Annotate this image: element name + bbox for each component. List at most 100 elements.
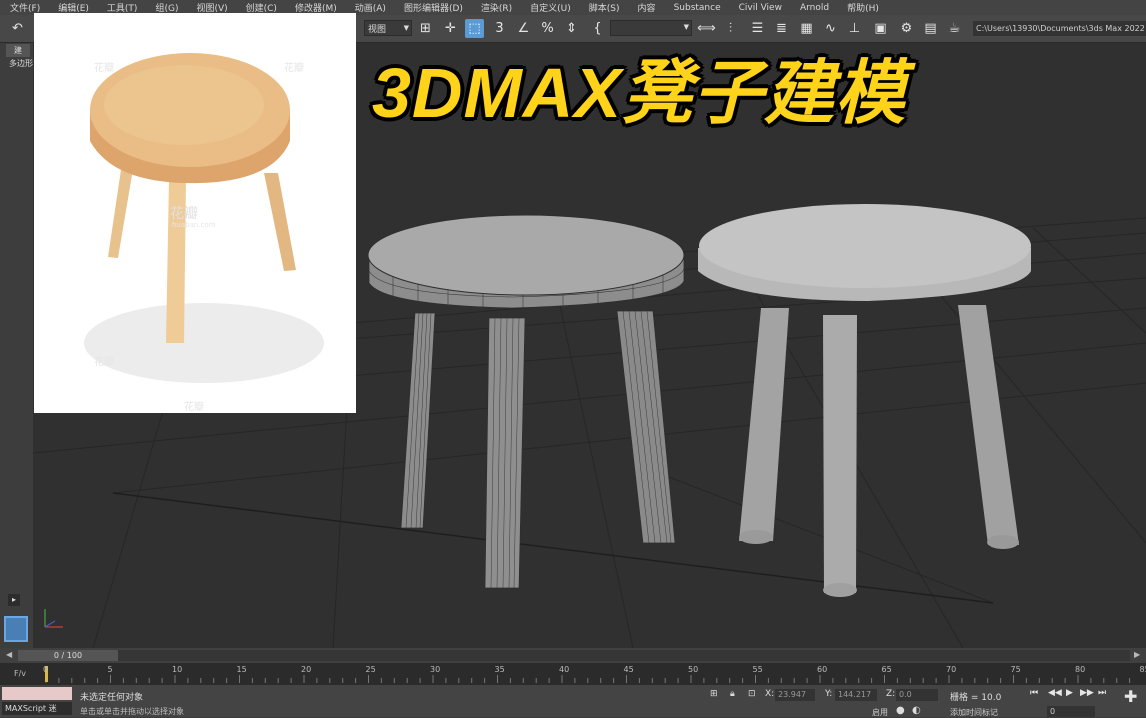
track-bar-tick-label: 15 <box>237 665 247 674</box>
mirror-icon[interactable]: ⟺ <box>697 19 716 38</box>
align-icon[interactable]: ⫶ <box>721 19 740 38</box>
track-bar-tick-label: 5 <box>108 665 113 674</box>
previous-frame-icon[interactable]: ◀◀ <box>1048 688 1062 698</box>
time-slider[interactable]: ◀ 0 / 100 ▶ <box>0 648 1146 663</box>
scene-explorer-icon[interactable]: ☰ <box>748 19 767 38</box>
curve-editor-icon[interactable]: ∿ <box>821 19 840 38</box>
current-frame-field[interactable]: 0 <box>1047 706 1095 717</box>
chevron-right-icon[interactable]: ▶ <box>1134 650 1140 659</box>
y-label: Y: <box>825 689 832 699</box>
spinner-snap-icon[interactable]: ⇕ <box>562 19 581 38</box>
track-bar[interactable]: F/v 0510152025303540455055606570758085 <box>0 663 1146 685</box>
go-to-end-icon[interactable]: ⏭ <box>1098 688 1106 698</box>
pivot-icon[interactable]: ⊞ <box>416 19 435 38</box>
next-frame-icon[interactable]: ▶▶ <box>1080 688 1094 698</box>
axis-gizmo <box>45 609 63 627</box>
toggle-ribbon-icon[interactable]: ▦ <box>797 19 816 38</box>
enable-label: 启用 <box>872 707 888 718</box>
snap-3d-icon[interactable]: 3 <box>490 19 509 38</box>
menu-help[interactable]: 帮助(H) <box>838 1 888 14</box>
ribbon-tab[interactable]: 建 <box>6 44 30 57</box>
left-panel <box>0 43 33 648</box>
track-bar-tick-label: 60 <box>817 665 827 674</box>
track-bar-tick-label: 75 <box>1011 665 1021 674</box>
grid-spacing: 栅格 = 10.0 <box>950 690 1001 703</box>
track-bar-tick-label: 85 <box>1140 665 1146 674</box>
grid-axis-line <box>113 493 993 603</box>
reference-photo: 花瓣 花瓣 huaban.com 花瓣 花瓣 花瓣 <box>34 13 356 413</box>
z-coordinate-field[interactable]: 0.0 <box>896 689 938 701</box>
undo-icon[interactable]: ↶ <box>8 19 27 38</box>
watermark: 花瓣 <box>94 353 114 368</box>
track-bar-tick-label: 0 <box>43 665 48 674</box>
add-time-tag[interactable]: 添加时间标记 <box>950 707 998 718</box>
menu-graph-editors[interactable]: 图形编辑器(D) <box>395 1 472 14</box>
watermark: 花瓣 <box>284 59 304 74</box>
render-icon[interactable]: ☕ <box>945 19 964 38</box>
track-bar-tick-label: 35 <box>495 665 505 674</box>
add-icon[interactable]: ✚ <box>1124 687 1137 706</box>
isolate-icon[interactable]: ⊞ <box>710 689 718 699</box>
go-to-start-icon[interactable]: ⏮ <box>1030 688 1038 698</box>
menu-arnold[interactable]: Arnold <box>791 3 838 13</box>
selection-status: 未选定任何对象 <box>80 690 143 703</box>
adaptive-degradation-icon[interactable]: ● <box>896 705 905 716</box>
maxscript-label[interactable]: MAXScript 迷 <box>2 702 72 715</box>
select-object-icon[interactable]: ⬚ <box>465 19 484 38</box>
angle-snap-icon[interactable]: ∠ <box>514 19 533 38</box>
chevron-down-icon: ▼ <box>684 23 689 31</box>
percent-snap-icon[interactable]: % <box>538 19 557 38</box>
track-bar-tick-label: 25 <box>366 665 376 674</box>
rendered-frame-icon[interactable]: ▤ <box>921 19 940 38</box>
schematic-view-icon[interactable]: ⊥ <box>845 19 864 38</box>
y-coordinate-field[interactable]: 144.217 <box>835 689 877 701</box>
wireframe-stool[interactable] <box>368 215 684 623</box>
track-bar-tick-label: 80 <box>1075 665 1085 674</box>
named-selection-dropdown[interactable]: ▼ <box>610 20 692 36</box>
watermark-site: huaban.com <box>172 221 216 229</box>
track-bar-tick-label: 50 <box>688 665 698 674</box>
reference-coordinate-value: 视图 <box>368 22 386 35</box>
expand-icon[interactable]: ▸ <box>8 594 20 606</box>
material-editor-icon[interactable]: ▣ <box>871 19 890 38</box>
video-title-overlay: 3DMAX凳子建模 <box>372 58 906 128</box>
track-bar-tick-label: 10 <box>172 665 182 674</box>
project-path-field[interactable]: C:\Users\13930\Documents\3ds Max 2022 <box>973 21 1146 36</box>
menu-scripting[interactable]: 脚本(S) <box>580 1 629 14</box>
layer-explorer-icon[interactable]: ≣ <box>772 19 791 38</box>
track-bar-key-icon[interactable]: F/v <box>14 669 26 678</box>
menu-substance[interactable]: Substance <box>665 3 730 13</box>
viewport-toggle-icon[interactable]: ◐ <box>912 705 921 716</box>
watermark: 花瓣 <box>184 398 204 413</box>
x-label: X: <box>765 689 774 699</box>
maxscript-listener[interactable] <box>2 687 72 700</box>
lock-icon[interactable]: 🔒︎ <box>730 689 735 699</box>
track-bar-tick-label: 30 <box>430 665 440 674</box>
menu-content[interactable]: 内容 <box>629 1 665 14</box>
absolute-mode-icon[interactable]: ⊡ <box>748 689 756 699</box>
reference-coordinate-dropdown[interactable]: 视图 ▼ <box>364 20 412 36</box>
menu-civil-view[interactable]: Civil View <box>730 3 791 13</box>
track-bar-tick-label: 45 <box>624 665 634 674</box>
shaded-stool[interactable] <box>698 204 1031 597</box>
z-label: Z: <box>886 689 895 699</box>
prompt-hint: 单击或单击并拖动以选择对象 <box>80 706 184 717</box>
track-bar-tick-label: 65 <box>882 665 892 674</box>
viewport-layout-button[interactable] <box>4 616 28 642</box>
render-setup-icon[interactable]: ⚙ <box>897 19 916 38</box>
menu-rendering[interactable]: 渲染(R) <box>472 1 521 14</box>
x-coordinate-field[interactable]: 23.947 <box>775 689 815 701</box>
watermark: 花瓣 <box>94 59 114 74</box>
track-bar-tick-label: 40 <box>559 665 569 674</box>
watermark: 花瓣 <box>170 203 198 223</box>
chevron-left-icon[interactable]: ◀ <box>6 650 12 659</box>
status-bar: MAXScript 迷 未选定任何对象 单击或单击并拖动以选择对象 ⊞ 🔒︎ ⊡… <box>0 685 1146 717</box>
time-slider-knob[interactable]: 0 / 100 <box>18 650 118 661</box>
time-slider-track[interactable] <box>18 650 1130 661</box>
edit-named-selection-icon[interactable]: { <box>588 19 607 38</box>
menu-customize[interactable]: 自定义(U) <box>521 1 580 14</box>
select-move-icon[interactable]: ✛ <box>441 19 460 38</box>
track-bar-tick-label: 55 <box>753 665 763 674</box>
track-bar-tick-label: 20 <box>301 665 311 674</box>
play-icon[interactable]: ▶ <box>1066 688 1073 698</box>
